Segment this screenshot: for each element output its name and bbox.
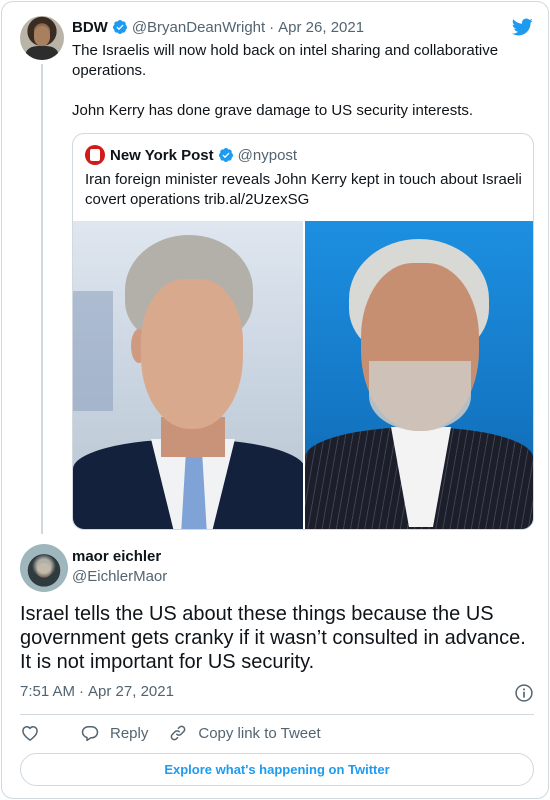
media-photo-kerry[interactable] bbox=[73, 221, 303, 529]
link-icon bbox=[171, 725, 186, 741]
avatar-shirt bbox=[26, 46, 58, 60]
reply-bubble-icon bbox=[81, 726, 99, 742]
parent-tweet-date[interactable]: Apr 26, 2021 bbox=[278, 19, 364, 36]
thread-connector-line bbox=[41, 64, 43, 534]
reply-author-name[interactable]: maor eichler bbox=[72, 548, 161, 565]
nypost-avatar bbox=[85, 145, 105, 165]
like-button[interactable] bbox=[20, 723, 50, 743]
parent-tweet-line-1: The Israelis will now hold back on intel… bbox=[72, 42, 499, 79]
copy-link-button[interactable]: Copy link to Tweet bbox=[168, 723, 321, 743]
quoted-author-handle: @nypost bbox=[237, 146, 298, 164]
parent-tweet-header: BDW @BryanDeanWright · Apr 26, 2021 bbox=[72, 17, 364, 37]
reply-timestamp[interactable]: 7:51 AM · Apr 27, 2021 bbox=[20, 683, 174, 700]
reply-button[interactable]: Reply bbox=[80, 723, 148, 743]
info-icon[interactable] bbox=[514, 683, 534, 703]
heart-icon bbox=[22, 726, 38, 741]
parent-author-name[interactable]: BDW bbox=[72, 19, 108, 36]
explore-twitter-button[interactable]: Explore what's happening on Twitter bbox=[20, 753, 534, 786]
parent-tweet-text: The Israelis will now hold back on intel… bbox=[72, 41, 512, 121]
quoted-tweet-media[interactable] bbox=[73, 221, 533, 529]
reply-date: Apr 27, 2021 bbox=[88, 683, 174, 700]
tweet-actions-bar: Reply Copy link to Tweet bbox=[20, 721, 321, 745]
actions-divider bbox=[20, 714, 534, 715]
quoted-tweet-text: Iran foreign minister reveals John Kerry… bbox=[85, 171, 522, 208]
parent-tweet-line-2: John Kerry has done grave damage to US s… bbox=[72, 102, 474, 119]
reply-author-handle[interactable]: @EichlerMaor bbox=[72, 568, 167, 585]
quoted-author-name: New York Post bbox=[110, 146, 214, 164]
parent-author-avatar[interactable] bbox=[20, 16, 64, 60]
twitter-bird-icon[interactable] bbox=[510, 16, 534, 38]
reply-tweet-text: Israel tells the US about these things b… bbox=[20, 603, 526, 673]
copy-link-label: Copy link to Tweet bbox=[198, 724, 321, 742]
verified-badge-icon bbox=[218, 148, 233, 162]
header-separator: · bbox=[269, 18, 275, 36]
quoted-tweet-header: New York Post @nypost bbox=[85, 145, 297, 165]
quoted-tweet[interactable]: New York Post @nypost Iran foreign minis… bbox=[72, 133, 534, 530]
media-photo-zarif[interactable] bbox=[305, 221, 533, 529]
timestamp-separator: · bbox=[79, 683, 85, 700]
verified-badge-icon bbox=[112, 20, 127, 34]
reply-button-label: Reply bbox=[110, 724, 149, 742]
reply-time: 7:51 AM bbox=[20, 683, 76, 700]
avatar-face bbox=[34, 26, 50, 46]
reply-author-avatar[interactable] bbox=[20, 544, 68, 592]
tweet-embed-card: BDW @BryanDeanWright · Apr 26, 2021 The … bbox=[1, 1, 549, 799]
parent-author-handle[interactable]: @BryanDeanWright bbox=[132, 19, 265, 36]
